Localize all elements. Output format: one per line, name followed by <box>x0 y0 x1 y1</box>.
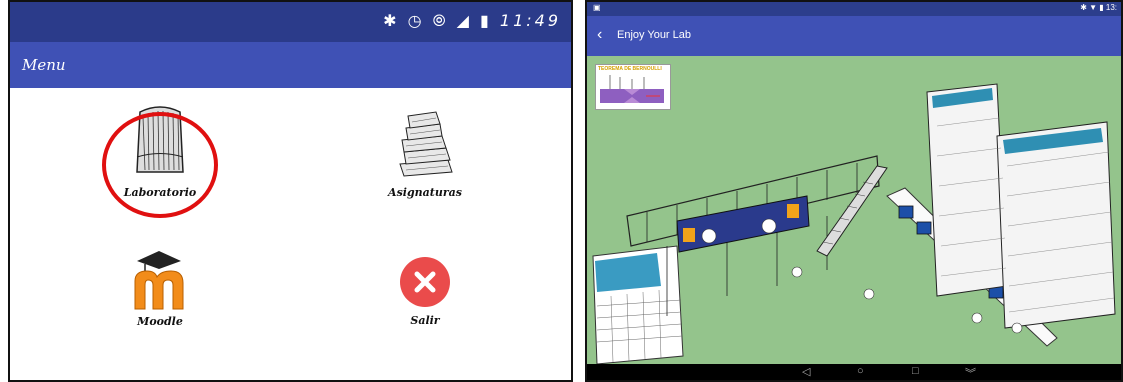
back-arrow-icon[interactable]: ‹ <box>597 26 602 44</box>
right-tablet-screen: ▣ ✱ ▼ ▮ 13: ‹ Enjoy Your Lab TEOREMA DE … <box>585 0 1123 382</box>
status-bar: ✱ ◷ ⦾ ◢ ▮ 11:49 <box>10 2 571 42</box>
laboratory-building-illustration <box>592 83 1116 365</box>
nav-home-icon[interactable]: ○ <box>857 365 864 377</box>
menu-label-moodle: Moodle <box>137 315 183 328</box>
menu-item-salir[interactable]: Salir <box>355 254 495 327</box>
status-time: 11:49 <box>499 11 561 30</box>
menu-item-moodle[interactable]: Moodle <box>90 247 230 328</box>
lab-3d-scene[interactable]: TEOREMA DE BERNOULLI <box>587 56 1121 370</box>
status-bar-right: ▣ ✱ ▼ ▮ 13: <box>587 2 1121 16</box>
screen-title: Enjoy Your Lab <box>617 29 692 41</box>
menu-label-salir: Salir <box>410 314 440 327</box>
app-bar: Menu <box>10 42 571 88</box>
nav-keyboard-hide-icon[interactable]: ︾ <box>965 365 976 380</box>
status-icons-right: ✱ ▼ ▮ 13: <box>1080 3 1117 12</box>
app-title: Menu <box>22 56 66 74</box>
menu-item-asignaturas[interactable]: Asignaturas <box>355 102 495 199</box>
left-tablet-screen: ✱ ◷ ⦾ ◢ ▮ 11:49 Menu Laboratorio Asignat… <box>8 0 573 382</box>
notification-icon: ▣ <box>593 3 601 12</box>
status-icons: ✱ ◷ ⦾ ◢ ▮ 11:49 <box>383 11 561 30</box>
moodle-icon <box>134 251 184 310</box>
exit-icon <box>400 257 450 307</box>
menu-label-asignaturas: Asignaturas <box>388 186 462 199</box>
nav-recents-icon[interactable]: □ <box>912 365 919 377</box>
nav-back-icon[interactable]: ◁ <box>802 365 810 378</box>
app-bar-right: ‹ Enjoy Your Lab <box>587 16 1121 56</box>
android-nav-bar: ◁ ○ □ ︾ <box>587 364 1121 380</box>
highlight-circle <box>102 112 218 218</box>
stacked-books-icon <box>399 111 453 177</box>
